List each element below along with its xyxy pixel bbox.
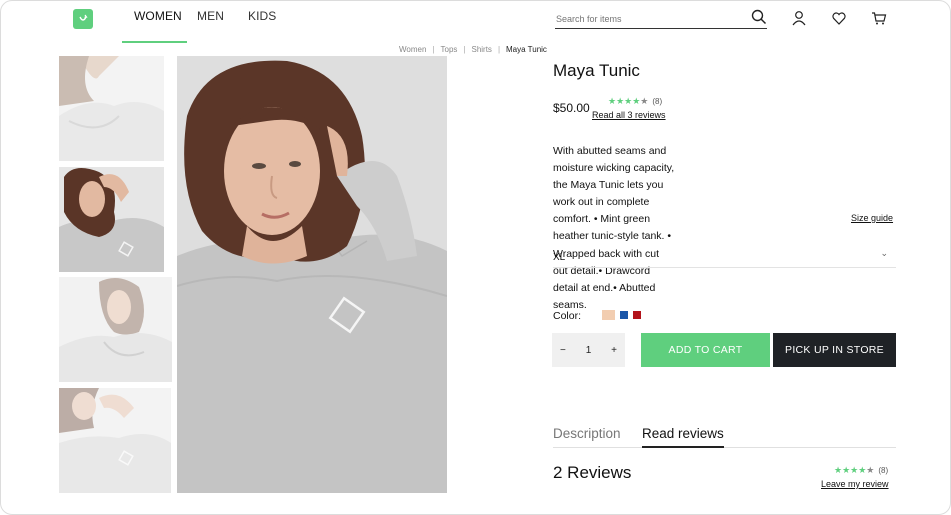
nav-kids[interactable]: KIDS (236, 1, 288, 43)
quantity-value[interactable]: 1 (586, 345, 592, 356)
breadcrumb-tops[interactable]: Tops (441, 45, 458, 54)
chevron-down-icon: ⌄ (880, 248, 888, 258)
add-to-cart-button[interactable]: ADD TO CART (641, 333, 770, 367)
tabs-divider (553, 447, 896, 448)
thumbnail-4[interactable] (59, 388, 171, 493)
breadcrumb-separator: | (497, 45, 501, 54)
reviews-title: 2 Reviews (553, 463, 632, 482)
breadcrumb-separator: | (463, 45, 466, 54)
size-selected-value: XL (553, 252, 566, 263)
breadcrumb: Women | Tops | Shirts | Maya Tunic (399, 45, 547, 54)
bag-icon (79, 14, 88, 21)
product-rating: ★★★★★ (8) (608, 96, 662, 107)
color-swatch-blue[interactable] (620, 311, 628, 319)
nav-men[interactable]: MEN (187, 1, 236, 43)
quantity-increase-button[interactable]: + (611, 345, 617, 356)
thumbnail-photo (59, 56, 164, 161)
rating-star-empty: ★ (866, 465, 875, 475)
breadcrumb-shirts[interactable]: Shirts (471, 45, 491, 54)
tab-read-reviews[interactable]: Read reviews (642, 426, 724, 441)
product-description: With abutted seams and moisture wicking … (553, 145, 675, 311)
breadcrumb-current: Maya Tunic (506, 45, 547, 54)
search-icon[interactable] (751, 9, 767, 25)
rating-count: (8) (878, 466, 889, 475)
breadcrumb-separator: | (432, 45, 435, 54)
rating-stars-filled: ★★★★ (608, 96, 641, 106)
account-icon[interactable] (791, 10, 807, 26)
pick-up-in-store-button[interactable]: PICK UP IN STORE (773, 333, 896, 367)
quantity-stepper: − 1 + (552, 333, 625, 367)
main-nav: WOMEN MEN KIDS (122, 1, 288, 43)
quantity-decrease-button[interactable]: − (560, 345, 566, 356)
read-all-reviews-link[interactable]: Read all 3 reviews (592, 110, 666, 120)
leave-review-link[interactable]: Leave my review (821, 479, 889, 489)
product-price: $50.00 (553, 101, 590, 115)
rating-stars-filled: ★★★★ (834, 465, 867, 475)
thumbnail-photo (59, 277, 172, 382)
breadcrumb-women[interactable]: Women (399, 45, 426, 54)
size-guide-link[interactable]: Size guide (851, 213, 893, 223)
tab-description[interactable]: Description (553, 426, 621, 441)
cart-icon[interactable] (871, 10, 887, 26)
search-input[interactable] (555, 10, 745, 28)
product-main-image[interactable] (177, 56, 447, 493)
color-swatch-peach[interactable] (602, 310, 615, 320)
rating-star-empty: ★ (640, 96, 649, 106)
page-frame: WOMEN MEN KIDS Women | Tops | Shirts | M… (0, 0, 951, 515)
heart-icon[interactable] (831, 10, 847, 26)
rating-count: (8) (652, 97, 663, 106)
search-bar (555, 9, 767, 29)
reviews-rating: ★★★★★ (8) (834, 465, 888, 476)
color-label: Color: (553, 310, 582, 322)
active-tab-indicator (642, 446, 724, 448)
thumbnail-photo (59, 388, 171, 493)
nav-women[interactable]: WOMEN (122, 1, 187, 43)
size-select[interactable]: XL ⌄ (553, 244, 896, 268)
thumbnail-photo (59, 167, 164, 272)
thumbnail-1[interactable] (59, 56, 164, 161)
thumbnail-3[interactable] (59, 277, 172, 382)
thumbnail-2[interactable] (59, 167, 164, 272)
brand-logo[interactable] (73, 9, 93, 29)
product-photo (177, 56, 447, 493)
product-title: Maya Tunic (553, 61, 640, 80)
color-swatch-red[interactable] (633, 311, 641, 319)
